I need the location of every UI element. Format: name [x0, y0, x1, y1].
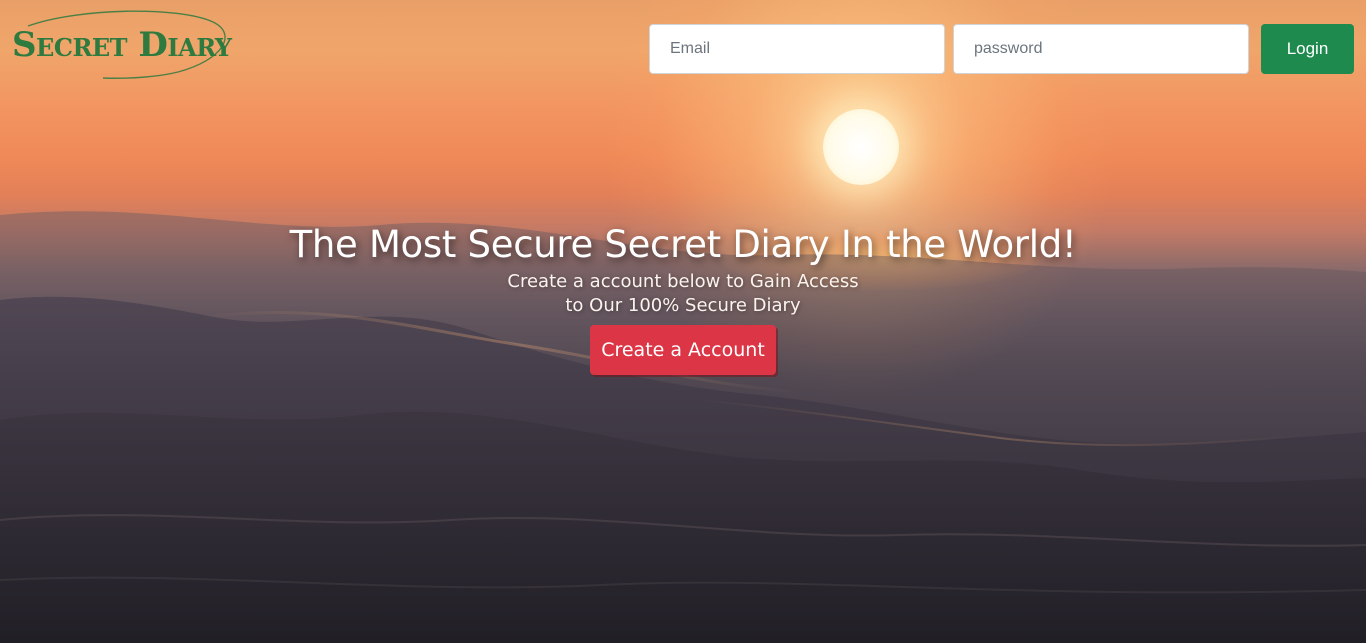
- hero-title: The Most Secure Secret Diary In the Worl…: [289, 223, 1077, 266]
- login-form: Login: [649, 24, 1354, 74]
- hero-subtitle-line-2: to Our 100% Secure Diary: [565, 295, 801, 316]
- logo-text: Secret Diary: [12, 25, 232, 65]
- hero-subtitle: Create a account below to Gain Access to…: [0, 270, 1366, 318]
- hero-section: The Most Secure Secret Diary In the Worl…: [0, 222, 1366, 375]
- create-account-button[interactable]: Create a Account: [590, 325, 776, 375]
- hero-subtitle-line-1: Create a account below to Gain Access: [507, 271, 859, 292]
- login-button[interactable]: Login: [1261, 24, 1354, 74]
- password-field[interactable]: [953, 24, 1249, 74]
- email-field[interactable]: [649, 24, 945, 74]
- logo[interactable]: Secret Diary: [8, 8, 232, 80]
